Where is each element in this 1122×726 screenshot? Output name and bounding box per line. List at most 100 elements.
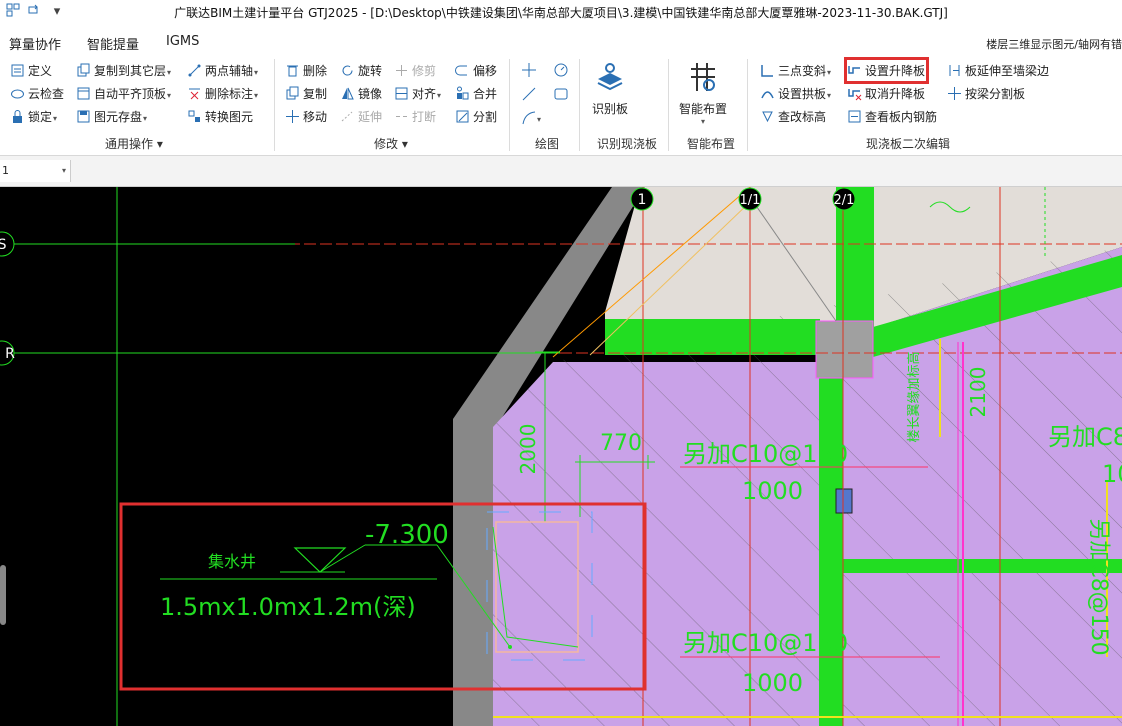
- trim-icon: [396, 65, 407, 76]
- small-column: [835, 488, 853, 514]
- beam-lower: [843, 559, 1122, 573]
- define-icon: [11, 64, 24, 77]
- break-button[interactable]: 打断: [394, 107, 436, 127]
- align-top-icon: [77, 87, 90, 100]
- vertical-note: 楼长翼缘加标高: [906, 351, 922, 442]
- smart-layout-button[interactable]: 智能布置 ▾: [676, 61, 730, 126]
- ribbon-divider: [579, 59, 580, 151]
- rotate-icon: [342, 65, 353, 76]
- delete-button[interactable]: 删除: [285, 61, 327, 81]
- floor-select[interactable]: 1 ▾: [0, 160, 71, 182]
- slope-icon: [761, 65, 773, 77]
- dim-2100: 2100: [966, 367, 990, 418]
- align-icon: [395, 87, 408, 100]
- convert-element-button[interactable]: 转换图元: [187, 107, 253, 127]
- cloud-check-icon: [11, 89, 24, 99]
- axis-bubble-2-1: 2/1: [832, 187, 856, 211]
- ribbon-divider: [274, 59, 275, 151]
- arch-icon: [761, 91, 774, 99]
- check-elevation-button[interactable]: 查改标高: [760, 107, 826, 127]
- move-button[interactable]: 移动: [285, 107, 327, 127]
- ribbon-divider: [747, 59, 748, 151]
- cancel-raise-lower-button[interactable]: 取消升降板: [847, 84, 925, 104]
- split-button[interactable]: 分割: [455, 107, 497, 127]
- draw-arc-icon[interactable]: ▾: [521, 110, 543, 129]
- offset-button[interactable]: 偏移: [455, 61, 497, 81]
- merge-button[interactable]: 合并: [455, 84, 497, 104]
- sump-pit-size: 1.5mx1.0mx1.2m(深): [160, 593, 416, 621]
- split-icon: [456, 110, 469, 123]
- draw-point-icon[interactable]: [521, 62, 537, 81]
- extend-button[interactable]: 延伸: [340, 107, 382, 127]
- lock-button[interactable]: 锁定▾: [10, 107, 57, 127]
- rebar-length-top: 1000: [742, 477, 803, 505]
- view-slab-rebar-button[interactable]: 查看板内钢筋: [847, 107, 937, 127]
- group-slab-secondary-edit: 现浇板二次编辑: [866, 137, 951, 151]
- draw-line-icon[interactable]: [521, 86, 537, 105]
- split-beam-icon: [948, 87, 961, 100]
- extend-slab-to-wall-button[interactable]: 板延伸至墙梁边: [947, 61, 1049, 81]
- align-button[interactable]: 对齐▾: [394, 84, 441, 104]
- mirror-icon: [342, 87, 354, 100]
- copy-icon: [286, 86, 299, 100]
- menu-item-collab[interactable]: 算量协作: [9, 34, 61, 53]
- draw-rect-icon[interactable]: [553, 86, 569, 105]
- lock-icon: [13, 110, 22, 123]
- svg-text:▾: ▾: [537, 115, 541, 124]
- trash-icon: [287, 65, 298, 77]
- save-icon: [77, 110, 90, 123]
- svg-text:1/1: 1/1: [740, 193, 761, 208]
- rebar-label-right: 另加C8@1: [1048, 423, 1122, 451]
- delete-annotation-button[interactable]: 删除标注▾: [187, 84, 258, 104]
- group-modify[interactable]: 修改 ▾: [374, 135, 408, 152]
- axis-icon: [188, 64, 201, 77]
- move-icon: [286, 110, 299, 123]
- offset-icon: [455, 65, 467, 76]
- copy-to-floor-button[interactable]: 复制到其它层▾: [76, 61, 171, 81]
- three-point-slope-button[interactable]: 三点变斜▾: [760, 61, 831, 81]
- copy-button[interactable]: 复制: [285, 84, 327, 104]
- highlight-set-raise-lower: [844, 57, 929, 84]
- ribbon: 定义 云检查 锁定▾ 复制到其它层▾ 自动平齐顶板▾ 图元存盘▾ 两点辅轴▾ 删…: [0, 55, 1122, 156]
- dim-2000: 2000: [516, 424, 540, 475]
- group-general-ops[interactable]: 通用操作 ▾: [105, 135, 163, 152]
- axis-bubble-r: R: [0, 340, 15, 366]
- drawing-canvas[interactable]: 1 1/1 2/1 S R 2000 770 2100 楼长翼缘加标高 另加C1…: [0, 187, 1122, 726]
- column: [815, 320, 874, 379]
- set-arch-slab-button[interactable]: 设置拱板▾: [760, 84, 831, 104]
- merge-icon: [457, 86, 469, 100]
- cloud-check-button[interactable]: 云检查: [10, 84, 64, 104]
- dim-770: 770: [600, 431, 642, 456]
- convert-icon: [188, 110, 200, 122]
- two-point-axis-button[interactable]: 两点辅轴▾: [187, 61, 258, 81]
- beam-vertical: [819, 355, 843, 726]
- scroll-handle[interactable]: [0, 565, 6, 625]
- break-icon: [396, 116, 407, 117]
- title-bar: ▾ 广联达BIM土建计量平台 GTJ2025 - [D:\Desktop\中铁建…: [0, 0, 1122, 25]
- elevation-text: -7.300: [365, 520, 449, 550]
- auto-align-top-button[interactable]: 自动平齐顶板▾: [76, 84, 171, 104]
- group-smart-layout: 智能布置: [687, 137, 736, 151]
- window-title: 广联达BIM土建计量平台 GTJ2025 - [D:\Desktop\中铁建设集…: [174, 6, 948, 20]
- menu-bar: 算量协作 智能提量 IGMS 楼层三维显示图元/轴网有错: [0, 24, 1122, 55]
- trim-button[interactable]: 修剪: [394, 61, 436, 81]
- menu-item-igms[interactable]: IGMS: [166, 34, 199, 49]
- rotate-button[interactable]: 旋转: [340, 61, 382, 81]
- sump-pit-label: 集水井: [208, 552, 256, 571]
- element-save-button[interactable]: 图元存盘▾: [76, 107, 147, 127]
- copy-floor-icon: [77, 63, 90, 77]
- svg-text:S: S: [0, 237, 7, 253]
- define-button[interactable]: 定义: [10, 61, 52, 81]
- draw-circle-icon[interactable]: [553, 62, 569, 81]
- cancel-raise-lower-icon: [848, 89, 862, 101]
- split-by-beam-button[interactable]: 按梁分割板: [947, 84, 1025, 104]
- svg-text:R: R: [5, 346, 15, 362]
- chevron-down-icon: ▾: [61, 166, 66, 175]
- axis-bubble-1-1: 1/1: [738, 187, 762, 211]
- menu-item-smart-extract[interactable]: 智能提量: [87, 34, 139, 53]
- smart-layout-icon: [691, 63, 715, 91]
- mirror-button[interactable]: 镜像: [340, 84, 382, 104]
- identify-slab-button[interactable]: 识别板: [588, 61, 632, 117]
- svg-text:2/1: 2/1: [834, 193, 855, 208]
- ribbon-divider: [509, 59, 510, 151]
